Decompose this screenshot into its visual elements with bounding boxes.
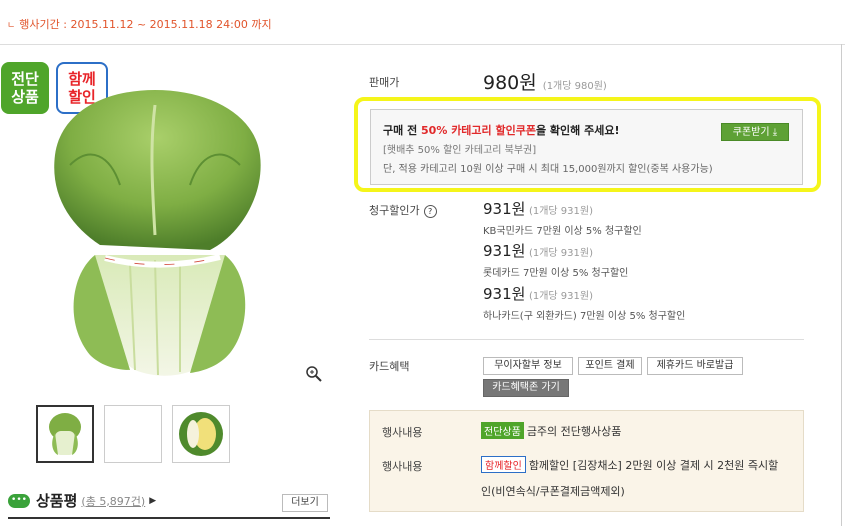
divider	[8, 517, 330, 519]
coupon-panel: 구매 전 50% 카테고리 할인쿠폰을 확인해 주세요! [햇배추 50% 할인…	[370, 109, 803, 185]
help-icon[interactable]: ?	[423, 205, 437, 218]
review-more-button[interactable]: 더보기	[282, 494, 328, 512]
billing-item: 931원 (1개당 931원) 롯데카드 7만원 이상 5% 청구할인	[483, 242, 629, 279]
installment-info-button[interactable]: 무이자할부 정보	[483, 357, 573, 375]
coupon-condition: 단, 적용 카테고리 10원 이상 구매 시 최대 15,000원까지 할인(중…	[383, 164, 713, 175]
event-label: 행사내용	[382, 426, 423, 439]
coupon-notice: 구매 전 50% 카테고리 할인쿠폰을 확인해 주세요!	[383, 124, 620, 137]
card-benefit-zone-button[interactable]: 카드혜택존 가기	[483, 379, 569, 397]
event-flyer: 전단상품 금주의 전단행사상품	[481, 422, 621, 439]
price-unit: (1개당 980원)	[542, 81, 607, 92]
thumbnail-1[interactable]	[36, 405, 94, 463]
review-bubble-icon: •••	[8, 493, 30, 508]
arrow-right-icon[interactable]: ▶	[149, 496, 156, 506]
together-tag: 함께할인	[481, 456, 526, 473]
download-icon: ⤓	[772, 127, 778, 138]
thumbnail-3[interactable]	[172, 405, 230, 463]
price-label: 판매가	[369, 76, 400, 89]
billing-discount-label: 청구할인가?	[369, 202, 437, 218]
review-summary: ••• 상품평 (총 5,897건) ▶	[8, 490, 156, 511]
corner-arrow-icon: ㄴ	[7, 21, 16, 31]
zoom-icon[interactable]	[305, 365, 323, 383]
price-value: 980원 (1개당 980원)	[483, 72, 607, 94]
thumbnail-2[interactable]	[104, 405, 162, 463]
get-coupon-button[interactable]: 쿠폰받기 ⤓	[721, 123, 789, 141]
review-title: 상품평	[36, 492, 78, 510]
billing-item: 931원 (1개당 931원) 하나카드(구 외환카드) 7만원 이상 5% 청…	[483, 285, 686, 322]
flyer-tag: 전단상품	[481, 422, 524, 439]
event-together: 함께할인 함께할인 [김장채소] 2만원 이상 결제 시 2천원 즉시할	[481, 456, 778, 473]
billing-item: 931원 (1개당 931원) KB국민카드 7만원 이상 5% 청구할인	[483, 200, 642, 237]
coupon-name: [햇배추 50% 할인 카테고리 북부권]	[383, 145, 537, 156]
product-image[interactable]	[30, 85, 280, 385]
divider	[369, 339, 804, 340]
divider	[841, 44, 842, 526]
partner-card-button[interactable]: 제휴카드 바로발급	[647, 357, 743, 375]
point-payment-button[interactable]: 포인트 결제	[578, 357, 642, 375]
event-period-bar: ㄴ 행사기간 : 2015.11.12 ~ 2015.11.18 24:00 까지	[0, 0, 845, 45]
review-count-link[interactable]: (총 5,897건)	[81, 495, 145, 508]
thumbnail-image	[49, 413, 81, 455]
event-together-cont: 인(비연속식/쿠폰결제금액제외)	[481, 485, 625, 498]
event-label: 행사내용	[382, 460, 423, 473]
thumbnail-image	[179, 412, 223, 456]
card-benefit-label: 카드혜택	[369, 360, 410, 373]
event-period: ㄴ 행사기간 : 2015.11.12 ~ 2015.11.18 24:00 까지	[7, 18, 272, 31]
